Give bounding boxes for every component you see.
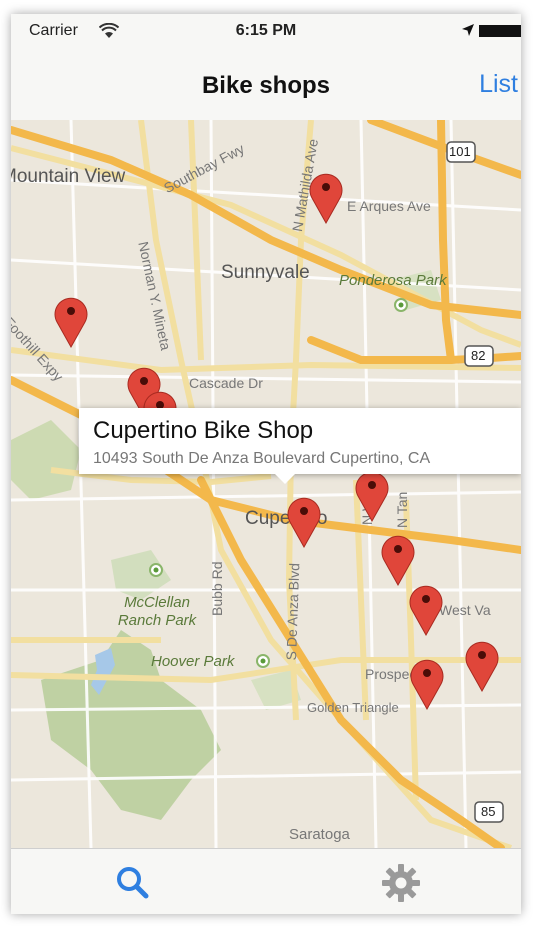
search-icon[interactable] [111, 861, 155, 905]
map-label-saratoga: Saratoga [289, 826, 350, 843]
map-label-n-tantau: N Tan [394, 491, 410, 528]
status-time: 6:15 PM [235, 22, 297, 39]
gear-icon[interactable] [379, 861, 423, 905]
map-label-s-de-anza-blvd: S De Anza Blvd [283, 562, 303, 661]
map-label-mountain-view: Mountain View [11, 166, 126, 187]
map-label-west-valley: West Va [439, 602, 491, 618]
map-pin[interactable] [353, 468, 391, 522]
map-label-bubb-rd: Bubb Rd [209, 561, 225, 616]
map-pin-selected[interactable] [285, 494, 323, 548]
route-shield-101: 101 [449, 144, 471, 159]
status-bar: Carrier 6:15 PM [11, 14, 521, 50]
map-label-mcclellan-ranch-park: McClellan Ranch Park [117, 594, 197, 629]
location-arrow-icon [462, 24, 474, 36]
map-pin[interactable] [379, 532, 417, 586]
map-pin[interactable] [52, 294, 90, 348]
map-pin[interactable] [307, 170, 345, 224]
map-label-e-arques-ave: E Arques Ave [347, 198, 431, 214]
route-shield-82: 82 [471, 348, 486, 363]
map-label-golden-triangle: Golden Triangle [307, 700, 399, 715]
map-label-ponderosa-park: Ponderosa Park [339, 272, 447, 289]
map-label-cascade-dr: Cascade Dr [189, 375, 263, 391]
navigation-bar: Bike shops List [11, 50, 521, 121]
map-label-sunnyvale: Sunnyvale [221, 262, 310, 283]
list-button[interactable]: List [479, 70, 518, 99]
map-view[interactable]: 101 82 85 Mountain View Sunnyvale Ponder… [11, 120, 521, 848]
map-label-hoover-park: Hoover Park [151, 653, 235, 670]
map-pin[interactable] [407, 582, 445, 636]
map-pin[interactable] [408, 656, 446, 710]
callout-title: Cupertino Bike Shop [93, 417, 314, 444]
phone-screen: Carrier 6:15 PM Bike shops List 101 82 8… [11, 14, 521, 914]
page-title: Bike shops [201, 72, 331, 99]
battery-icon [479, 25, 521, 37]
callout-address: 10493 South De Anza Boulevard Cupertino,… [93, 450, 431, 467]
map-base [11, 120, 521, 848]
route-shield-85: 85 [481, 804, 496, 819]
map-callout[interactable]: Cupertino Bike Shop 10493 South De Anza … [79, 408, 521, 484]
tab-bar [11, 848, 521, 914]
map-pin[interactable] [463, 638, 501, 692]
callout-pointer [275, 474, 295, 484]
